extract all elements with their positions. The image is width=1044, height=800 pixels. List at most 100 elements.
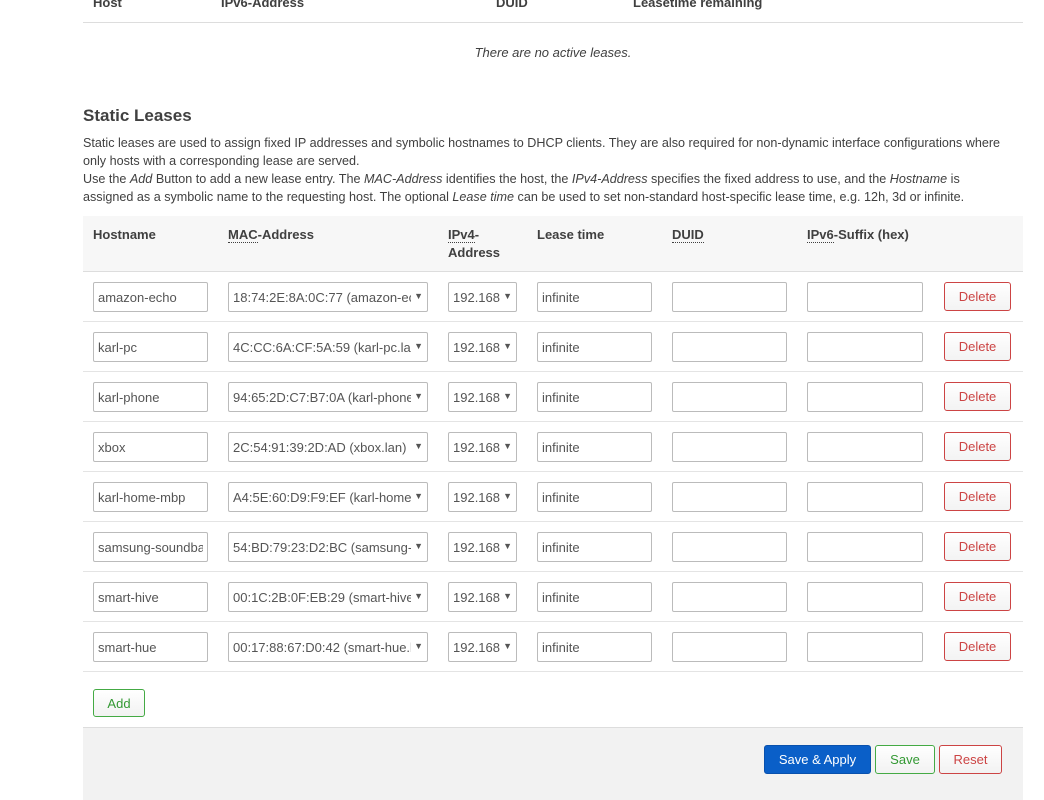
ipv4-address-select[interactable]: 192.168 ▼ [448, 482, 517, 512]
hostname-input[interactable] [93, 482, 208, 512]
lease-time-input[interactable] [537, 482, 652, 512]
ipv4-address-select[interactable]: 192.168 ▼ [448, 382, 517, 412]
ipv4-address-value: 192.168 [453, 489, 500, 505]
save-apply-button[interactable]: Save & Apply [764, 745, 871, 774]
delete-button[interactable]: Delete [944, 632, 1011, 661]
mac-address-value: A4:5E:60:D9:F9:EF (karl-home-mbp.lan) [233, 489, 411, 505]
hostname-input[interactable] [93, 532, 208, 562]
hostname-input[interactable] [93, 332, 208, 362]
duid-input[interactable] [672, 282, 787, 312]
duid-input[interactable] [672, 382, 787, 412]
lease-time-input[interactable] [537, 282, 652, 312]
mac-address-select[interactable]: 2C:54:91:39:2D:AD (xbox.lan) ▼ [228, 432, 428, 462]
desc-text: Use the [83, 172, 130, 186]
mac-address-select[interactable]: 94:65:2D:C7:B7:0A (karl-phone.lan)▼ [228, 382, 428, 412]
chevron-down-icon: ▼ [503, 441, 512, 451]
mac-address-select[interactable]: 4C:CC:6A:CF:5A:59 (karl-pc.lan) ▼ [228, 332, 428, 362]
lease-time-input[interactable] [537, 532, 652, 562]
mac-address-value: 4C:CC:6A:CF:5A:59 (karl-pc.lan) [233, 339, 411, 355]
hostname-input[interactable] [93, 432, 208, 462]
ipv4-address-value: 192.168 [453, 539, 500, 555]
mac-address-select[interactable]: 54:BD:79:23:D2:BC (samsung-soundbar.lan)… [228, 532, 428, 562]
duid-input[interactable] [672, 532, 787, 562]
col-duid: DUID [496, 0, 528, 10]
mac-address-select[interactable]: 00:17:88:67:D0:42 (smart-hue.lan)▼ [228, 632, 428, 662]
hostname-input[interactable] [93, 382, 208, 412]
mac-address-select[interactable]: A4:5E:60:D9:F9:EF (karl-home-mbp.lan)▼ [228, 482, 428, 512]
add-button[interactable]: Add [93, 689, 145, 717]
chevron-down-icon: ▼ [414, 441, 423, 451]
ipv6-suffix-input[interactable] [807, 632, 923, 662]
ipv6-suffix-input[interactable] [807, 382, 923, 412]
mac-address-value: 00:1C:2B:0F:EB:29 (smart-hive.lan) [233, 589, 411, 605]
active-leases-header: Host IPv6-Address DUID Leasetime remaini… [83, 0, 1023, 23]
ipv6-suffix-input[interactable] [807, 332, 923, 362]
chevron-down-icon: ▼ [503, 591, 512, 601]
duid-input[interactable] [672, 632, 787, 662]
duid-input[interactable] [672, 482, 787, 512]
ipv4-address-select[interactable]: 192.168 ▼ [448, 282, 517, 312]
desc-em: Add [129, 172, 153, 186]
col-leasetime-remaining: Leasetime remaining [633, 0, 763, 10]
mac-address-select[interactable]: 00:1C:2B:0F:EB:29 (smart-hive.lan)▼ [228, 582, 428, 612]
ipv4-address-select[interactable]: 192.168 ▼ [448, 532, 517, 562]
ipv6-suffix-input[interactable] [807, 532, 923, 562]
col-host: Host [93, 0, 122, 10]
duid-input[interactable] [672, 582, 787, 612]
ipv6-abbr: IPv6 [807, 227, 834, 243]
th-text: - [474, 227, 480, 242]
ipv4-address-select[interactable]: 192.168 ▼ [448, 432, 517, 462]
delete-button[interactable]: Delete [944, 282, 1011, 311]
chevron-down-icon: ▼ [503, 541, 512, 551]
ipv6-suffix-input[interactable] [807, 582, 923, 612]
reset-button[interactable]: Reset [939, 745, 1002, 774]
hostname-input[interactable] [93, 282, 208, 312]
delete-button[interactable]: Delete [944, 382, 1011, 411]
delete-button[interactable]: Delete [944, 532, 1011, 561]
th-ipv6-suffix: IPv6-Suffix (hex) [807, 226, 909, 244]
desc-em: MAC-Address [364, 172, 443, 186]
ipv6-suffix-input[interactable] [807, 282, 923, 312]
mac-address-select[interactable]: 18:74:2E:8A:0C:77 (amazon-echo.lan)▼ [228, 282, 428, 312]
ipv4-address-select[interactable]: 192.168 ▼ [448, 632, 517, 662]
ipv4-address-select[interactable]: 192.168 ▼ [448, 582, 517, 612]
mac-address-value: 18:74:2E:8A:0C:77 (amazon-echo.lan) [233, 289, 411, 305]
hostname-input[interactable] [93, 632, 208, 662]
ipv6-suffix-input[interactable] [807, 482, 923, 512]
ipv4-address-value: 192.168 [453, 339, 500, 355]
ipv4-address-select[interactable]: 192.168 ▼ [448, 332, 517, 362]
mac-address-value: 94:65:2D:C7:B7:0A (karl-phone.lan) [233, 389, 411, 405]
description-paragraph-2: Use the Add Button to add a new lease en… [83, 170, 1013, 206]
th-text: -Suffix (hex) [833, 227, 909, 242]
lease-time-input[interactable] [537, 632, 652, 662]
duid-input[interactable] [672, 432, 787, 462]
chevron-down-icon: ▼ [503, 341, 512, 351]
mac-address-value: 00:17:88:67:D0:42 (smart-hue.lan) [233, 639, 411, 655]
lease-time-input[interactable] [537, 582, 652, 612]
ipv4-abbr: IPv4 [448, 227, 475, 243]
table-body: 18:74:2E:8A:0C:77 (amazon-echo.lan)▼ 192… [83, 272, 1023, 672]
hostname-input[interactable] [93, 582, 208, 612]
mac-address-value: 54:BD:79:23:D2:BC (samsung-soundbar.lan) [233, 539, 411, 555]
ipv4-address-value: 192.168 [453, 389, 500, 405]
lease-time-input[interactable] [537, 382, 652, 412]
ipv6-suffix-input[interactable] [807, 432, 923, 462]
th-text: -Address [257, 227, 314, 242]
chevron-down-icon: ▼ [503, 491, 512, 501]
duid-input[interactable] [672, 332, 787, 362]
chevron-down-icon: ▼ [414, 291, 423, 301]
ipv4-address-value: 192.168 [453, 289, 500, 305]
static-leases-table: Hostname MAC-Address IPv4- Address Lease … [83, 216, 1023, 672]
lease-time-input[interactable] [537, 332, 652, 362]
table-row: 4C:CC:6A:CF:5A:59 (karl-pc.lan)▼ 192.168… [83, 322, 1023, 372]
delete-button[interactable]: Delete [944, 432, 1011, 461]
save-button[interactable]: Save [875, 745, 935, 774]
delete-button[interactable]: Delete [944, 582, 1011, 611]
desc-text: Button to add a new lease entry. The [152, 172, 364, 186]
duid-abbr: DUID [672, 227, 704, 243]
lease-time-input[interactable] [537, 432, 652, 462]
table-row: A4:5E:60:D9:F9:EF (karl-home-mbp.lan)▼ 1… [83, 472, 1023, 522]
delete-button[interactable]: Delete [944, 482, 1011, 511]
mac-address-value: 2C:54:91:39:2D:AD (xbox.lan) [233, 439, 407, 455]
delete-button[interactable]: Delete [944, 332, 1011, 361]
